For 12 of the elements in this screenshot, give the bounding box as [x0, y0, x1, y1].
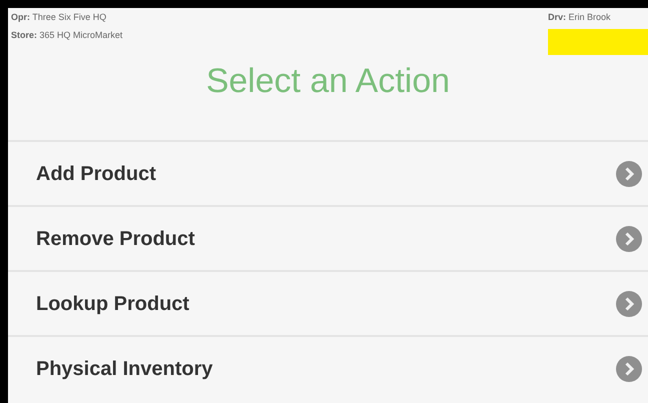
- chevron-right-icon: [616, 356, 642, 382]
- driver-label: Drv: Erin Brook: [548, 11, 611, 24]
- action-item[interactable]: Lookup Product: [8, 270, 648, 335]
- chevron-right-icon: [616, 160, 642, 186]
- operator-label: Opr: Three Six Five HQ: [11, 11, 108, 24]
- action-item[interactable]: Physical Inventory: [8, 335, 648, 400]
- chevron-right-icon: [616, 290, 642, 316]
- page-title: Select an Action: [206, 64, 450, 98]
- chevron-right-icon: [616, 226, 642, 252]
- action-item[interactable]: Add Product: [8, 140, 648, 205]
- action-item[interactable]: Remove Product: [8, 205, 648, 270]
- store-label: Store: 365 HQ MicroMarket: [11, 28, 123, 42]
